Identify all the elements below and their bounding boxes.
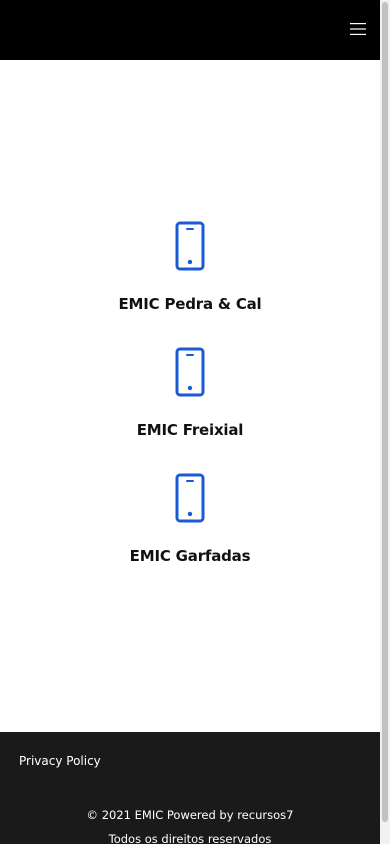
- page: EMIC Pedra & Cal EMIC Freixial EMIC Garf…: [0, 0, 380, 846]
- smartphone-icon: [175, 473, 205, 523]
- location-label: EMIC Pedra & Cal: [118, 295, 262, 313]
- site-footer: Privacy Policy © 2021 EMIC Powered by re…: [0, 732, 380, 846]
- location-label: EMIC Freixial: [136, 421, 244, 439]
- location-item-garfadas[interactable]: EMIC Garfadas: [0, 473, 380, 565]
- location-label: EMIC Garfadas: [129, 547, 251, 565]
- smartphone-icon: [175, 347, 205, 397]
- menu-button[interactable]: [350, 22, 366, 36]
- hamburger-menu-icon: [350, 23, 366, 35]
- location-item-freixial[interactable]: EMIC Freixial: [0, 347, 380, 439]
- scrollbar-thumb[interactable]: [382, 2, 388, 822]
- smartphone-icon: [175, 221, 205, 271]
- site-header: [0, 0, 380, 60]
- privacy-policy-link[interactable]: Privacy Policy: [19, 754, 101, 768]
- copyright-text: © 2021 EMIC Powered by recursos7: [86, 808, 294, 822]
- page-scrollbar[interactable]: [380, 0, 390, 844]
- location-item-pedra-cal[interactable]: EMIC Pedra & Cal: [0, 221, 380, 313]
